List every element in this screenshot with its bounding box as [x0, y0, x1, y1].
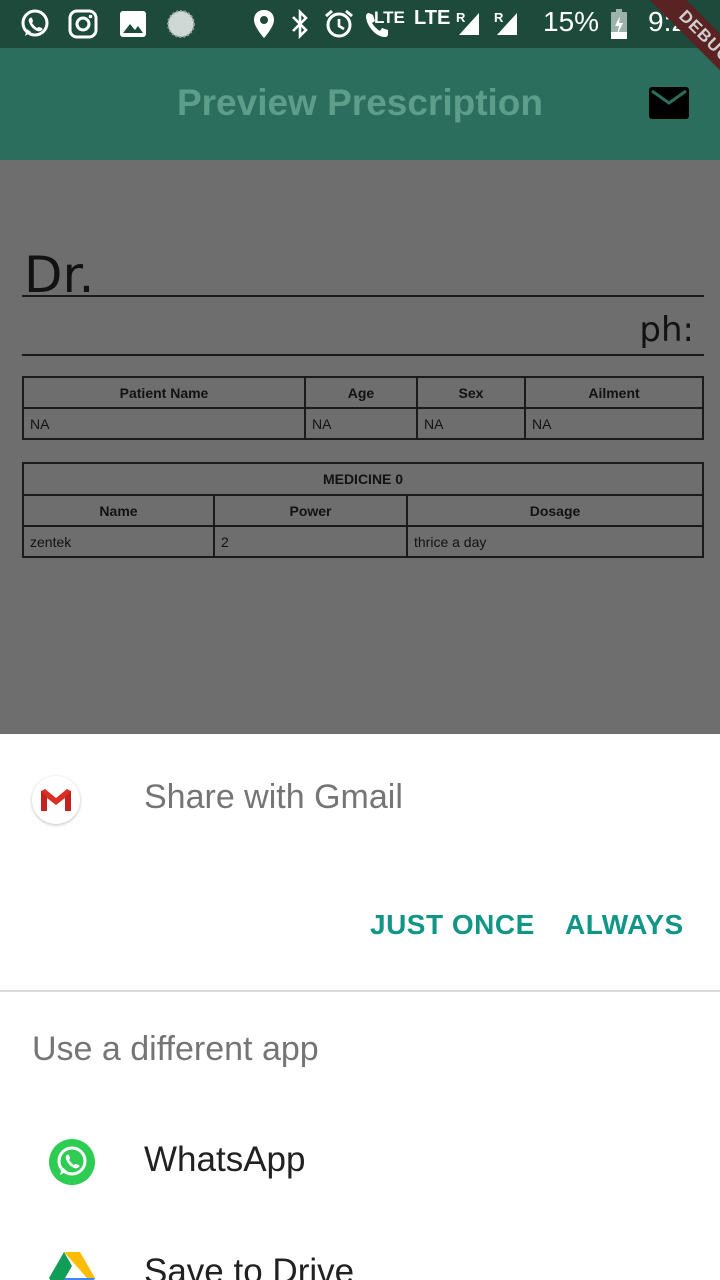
debug-banner: DEBUG — [620, 0, 720, 100]
patient-name-value: NA — [22, 407, 306, 440]
doctor-name-line — [22, 295, 704, 297]
bluetooth-icon — [286, 8, 314, 40]
alarm-icon — [322, 8, 356, 40]
header-age: Age — [304, 376, 418, 409]
signal-icon-1 — [456, 8, 482, 40]
use-different-app-label: Use a different app — [32, 1030, 319, 1068]
status-bar: LTE LTE R R 15% 9:26 — [0, 0, 720, 48]
header-patient-name: Patient Name — [22, 376, 306, 409]
signal-icon-2 — [494, 8, 520, 40]
debug-label: DEBUG — [642, 0, 720, 100]
medicine-table: MEDICINE 0 Name Power Dosage zentek 2 th… — [22, 462, 704, 558]
app-label-whatsapp: WhatsApp — [144, 1140, 306, 1179]
prescription-preview: Dr. ph: Patient Name Age Sex Ailment NA … — [0, 160, 720, 734]
phone-line — [22, 354, 704, 356]
always-button[interactable]: ALWAYS — [565, 909, 684, 941]
header-dosage: Dosage — [406, 494, 704, 527]
age-value: NA — [304, 407, 418, 440]
share-with-title: Share with Gmail — [144, 778, 403, 816]
medicine-title: MEDICINE 0 — [22, 462, 704, 496]
battery-percentage: 15% — [543, 6, 600, 37]
phone-label: ph: — [639, 310, 694, 350]
just-once-button[interactable]: JUST ONCE — [370, 909, 535, 941]
ailment-value: NA — [524, 407, 704, 440]
app-bar: Preview Prescription — [0, 48, 720, 160]
whatsapp-icon — [48, 1138, 96, 1186]
google-drive-icon — [48, 1250, 96, 1280]
page-title: Preview Prescription — [176, 82, 544, 123]
power-value: 2 — [213, 525, 408, 558]
table-row: NA NA NA NA — [22, 407, 704, 440]
share-bottom-sheet: Share with Gmail JUST ONCE ALWAYS Use a … — [0, 734, 720, 1280]
gallery-notification-icon — [116, 8, 150, 40]
app-option-save-to-drive[interactable]: Save to Drive — [0, 1226, 720, 1280]
gmail-icon — [32, 776, 80, 824]
location-icon — [250, 8, 278, 40]
header-power: Power — [213, 494, 408, 527]
header-ailment: Ailment — [524, 376, 704, 409]
instagram-notification-icon — [66, 8, 100, 40]
app-label-save-to-drive: Save to Drive — [144, 1252, 355, 1280]
sync-notification-icon — [164, 8, 198, 40]
whatsapp-notification-icon — [18, 8, 52, 40]
patient-table: Patient Name Age Sex Ailment NA NA NA NA — [22, 376, 704, 440]
network-type-2: LTE — [414, 7, 451, 29]
header-medicine-name: Name — [22, 494, 215, 527]
network-type-1: LTE — [374, 8, 405, 27]
dosage-value: thrice a day — [406, 525, 704, 558]
divider — [0, 990, 720, 992]
medicine-name-value: zentek — [22, 525, 215, 558]
table-row: zentek 2 thrice a day — [22, 525, 704, 558]
app-option-whatsapp[interactable]: WhatsApp — [0, 1114, 720, 1210]
header-sex: Sex — [416, 376, 526, 409]
sex-value: NA — [416, 407, 526, 440]
